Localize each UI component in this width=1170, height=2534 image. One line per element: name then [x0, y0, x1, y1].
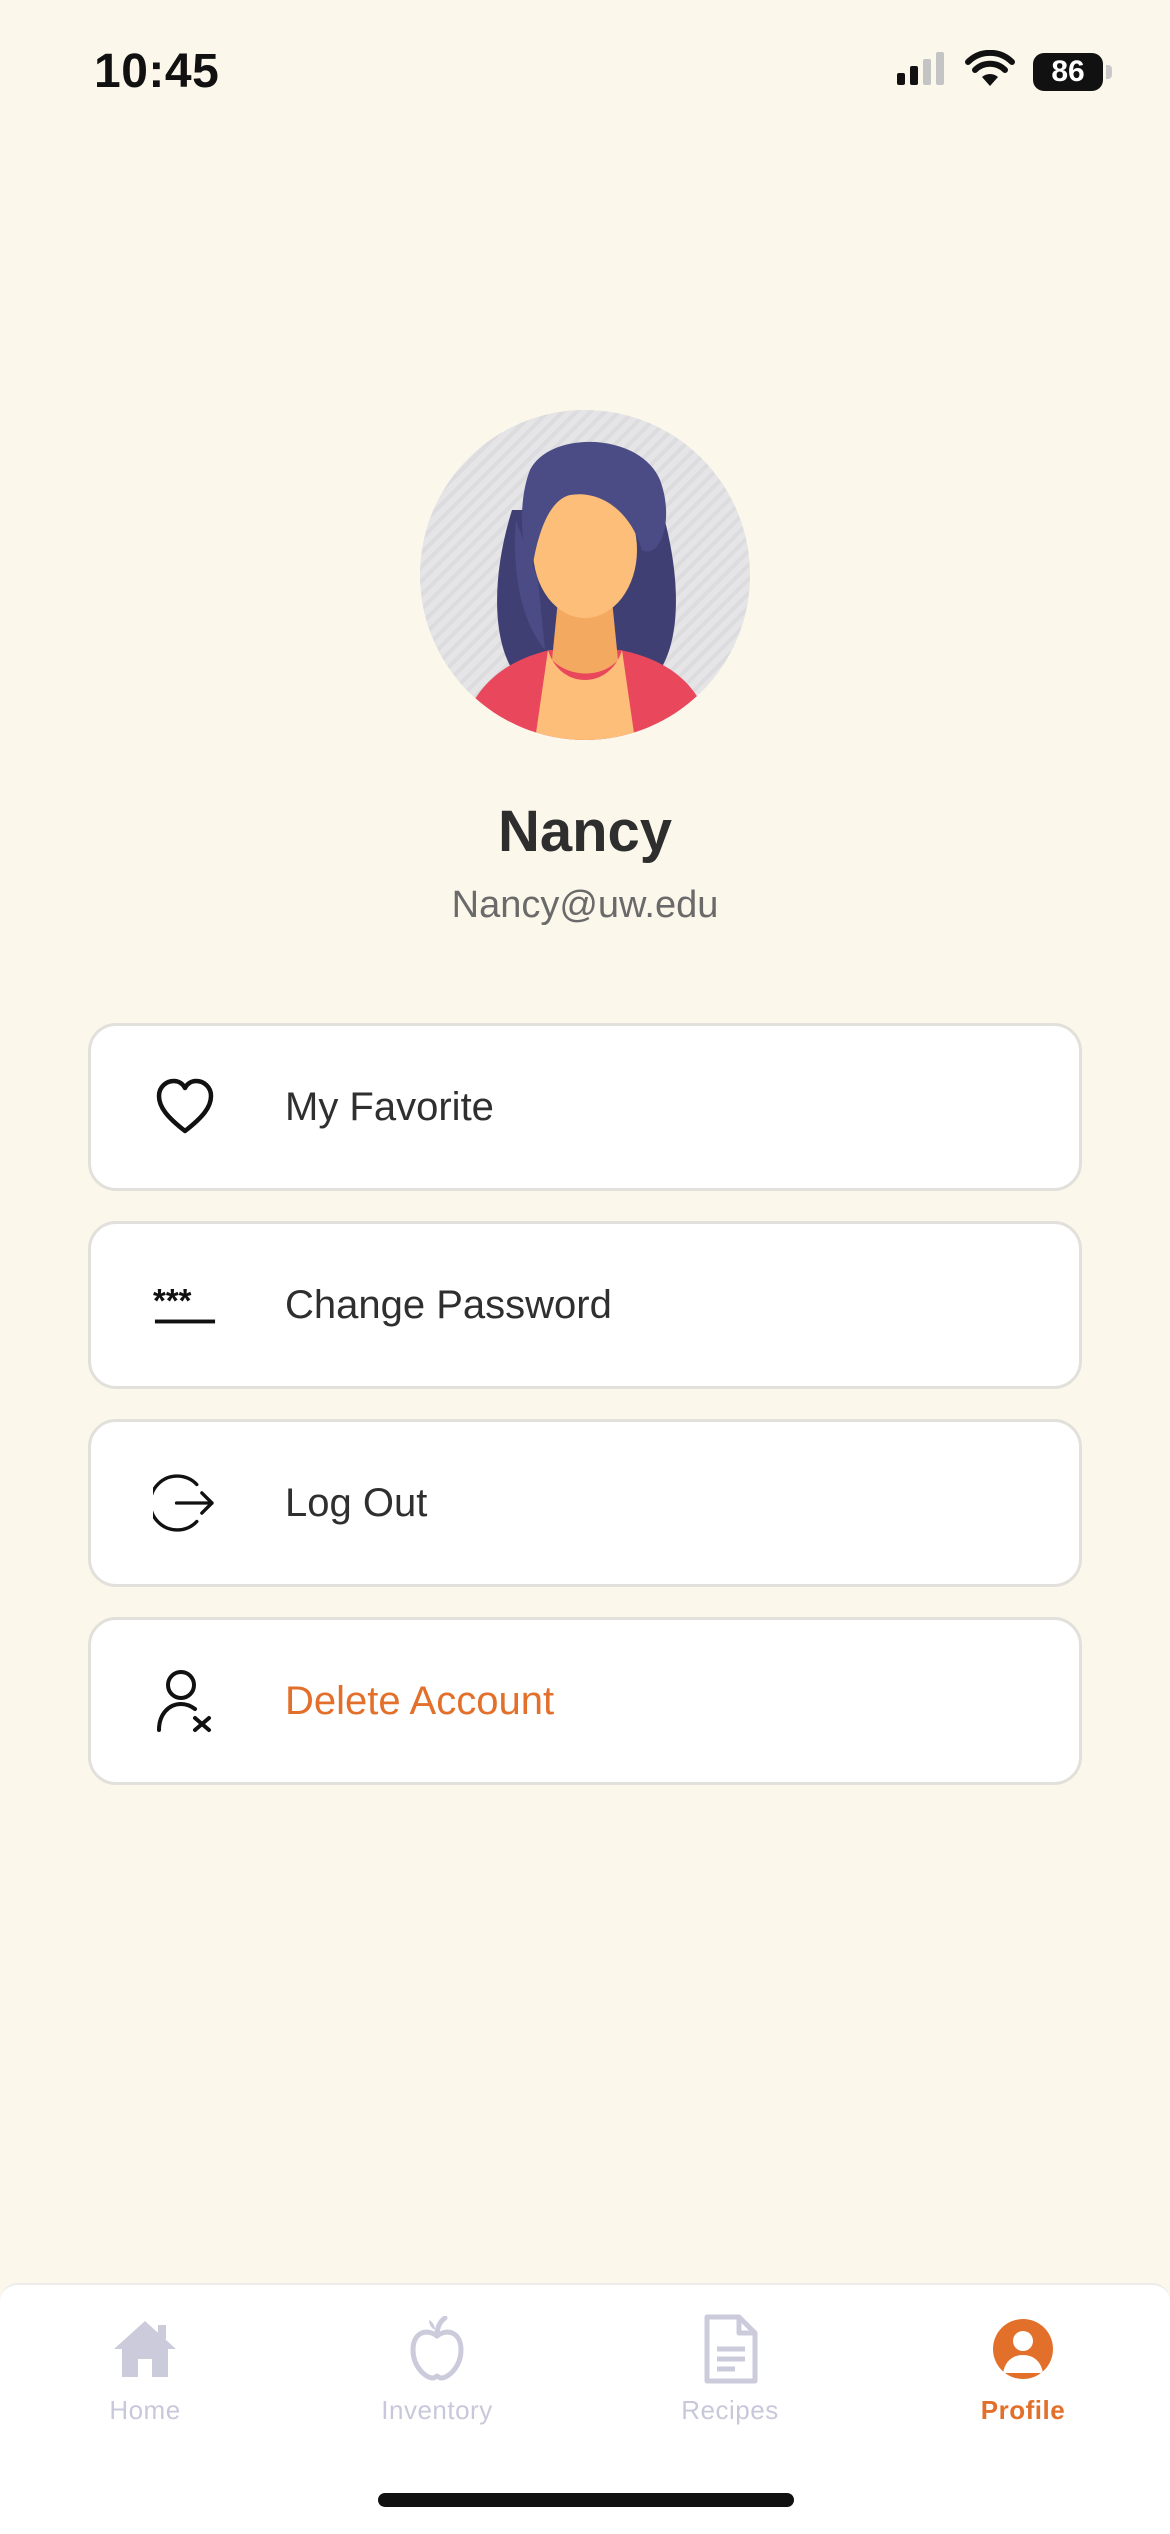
- my-favorite-button[interactable]: My Favorite: [88, 1023, 1082, 1191]
- tab-profile-label: Profile: [980, 2395, 1066, 2425]
- home-indicator: [378, 2493, 794, 2507]
- apple-icon: [399, 2311, 475, 2387]
- tab-inventory-label: Inventory: [381, 2395, 493, 2425]
- tab-recipes[interactable]: Recipes: [620, 2311, 840, 2426]
- battery-level: 86: [1033, 52, 1103, 91]
- tab-home-label: Home: [109, 2395, 181, 2425]
- svg-text:***: ***: [153, 1282, 192, 1319]
- delete-user-icon: [153, 1669, 217, 1733]
- delete-account-label: Delete Account: [285, 1678, 555, 1723]
- my-favorite-label: My Favorite: [285, 1084, 494, 1129]
- profile-name: Nancy: [497, 799, 673, 864]
- document-icon: [692, 2311, 768, 2387]
- log-out-button[interactable]: Log Out: [88, 1419, 1082, 1587]
- home-icon: [107, 2311, 183, 2387]
- profile-email: Nancy@uw.edu: [451, 884, 719, 926]
- change-password-label: Change Password: [285, 1282, 612, 1327]
- battery-icon: 86: [1033, 52, 1112, 91]
- wifi-icon: [965, 49, 1015, 93]
- tab-home[interactable]: Home: [35, 2311, 255, 2426]
- battery-nub: [1106, 64, 1112, 79]
- delete-account-button[interactable]: Delete Account: [88, 1617, 1082, 1785]
- heart-icon: [153, 1075, 217, 1139]
- change-password-button[interactable]: *** Change Password: [88, 1221, 1082, 1389]
- avatar-woman-illustration: [420, 410, 750, 740]
- tab-recipes-label: Recipes: [681, 2395, 779, 2425]
- status-icons: 86: [895, 49, 1112, 93]
- profile-menu: My Favorite *** Change Password Log Out: [88, 1023, 1082, 1815]
- log-out-label: Log Out: [285, 1480, 428, 1525]
- status-time: 10:45: [94, 45, 220, 98]
- avatar[interactable]: [420, 410, 750, 740]
- logout-icon: [153, 1471, 217, 1535]
- password-icon: ***: [153, 1273, 217, 1337]
- tab-inventory[interactable]: Inventory: [327, 2311, 547, 2426]
- status-bar: 10:45 86: [0, 0, 1170, 150]
- profile-icon: [985, 2311, 1061, 2387]
- tab-profile[interactable]: Profile: [913, 2311, 1133, 2426]
- signal-icon: [895, 51, 947, 92]
